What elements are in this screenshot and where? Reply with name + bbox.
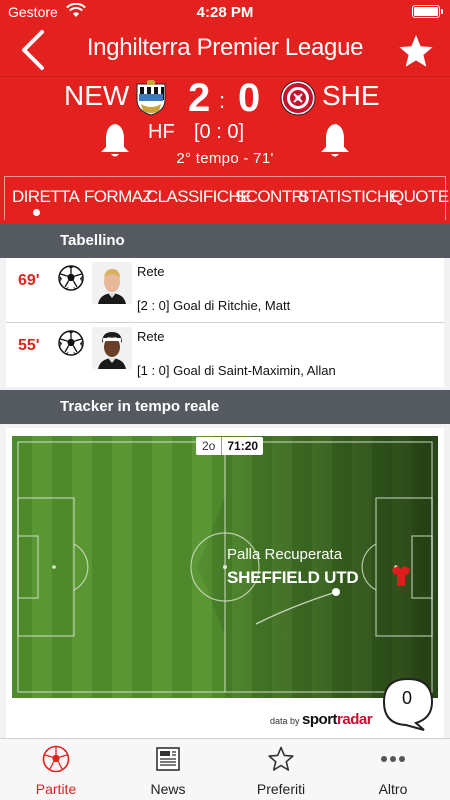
football-pitch[interactable] (12, 436, 438, 698)
event-type: Rete (137, 329, 165, 344)
newcastle-crest-icon (136, 80, 166, 116)
sportradar-logo: sportradar (302, 711, 373, 728)
tracker-event-team: SHEFFIELD UTD (227, 568, 359, 587)
home-team-code: NEW (64, 80, 130, 111)
bottom-tab-preferiti[interactable]: Preferiti (225, 739, 337, 800)
tab-statistiche[interactable]: STATISTICHE (298, 176, 400, 218)
scorers-section-header: Tabellino (0, 224, 450, 258)
favorite-star-icon[interactable] (396, 32, 436, 72)
player-photo-ritchie (92, 262, 132, 304)
bottom-tab-label: Partite (35, 781, 77, 797)
bottom-tab-label: News (150, 781, 186, 797)
comment-count: 0 (401, 688, 412, 708)
tracker-event-caption: Palla Recuperata (227, 546, 343, 563)
score-separator: : (219, 88, 226, 113)
soccer-ball-icon (42, 745, 70, 773)
half-time-label: HF (148, 121, 175, 143)
half-time-score: [0 : 0] (194, 121, 245, 143)
event-type: Rete (137, 264, 165, 279)
bottom-tab-label: Preferiti (256, 781, 306, 797)
half-indicator: 2o (196, 437, 223, 455)
sheffield-crest-icon (280, 80, 316, 116)
away-team-code: SHE (322, 80, 380, 111)
tab-diretta[interactable]: DIRETTA (12, 176, 80, 218)
tab-quote[interactable]: QUOTE (391, 176, 449, 218)
tracker-section-header: Tracker in tempo reale (0, 390, 450, 424)
data-attribution[interactable]: data by sportradar (270, 711, 373, 728)
bottom-tab-news[interactable]: News (112, 739, 224, 800)
newspaper-icon (156, 747, 180, 771)
match-clock: 71:20 (227, 439, 259, 453)
attribution-prefix: data by (270, 716, 300, 726)
soccer-ball-icon (58, 265, 84, 291)
live-tracker: 2o 71:20 Palla Recuperata SHEFFIELD UTD d… (6, 428, 444, 738)
soccer-ball-icon (58, 330, 84, 356)
player-photo-saint-maximin (92, 327, 132, 369)
home-score: 2 (188, 76, 211, 120)
clock-time: 4:28 PM (196, 4, 254, 21)
bottom-tab-altro[interactable]: Altro (337, 739, 449, 800)
app-root: Gestore 4:28 PM Inghilterra Premier Leag… (0, 0, 450, 800)
scorer-event-row[interactable]: 55' Rete [1 : 0] Goal di Saint-Maximin, … (6, 323, 444, 387)
event-description: [2 : 0] Goal di Ritchie, Matt (137, 298, 291, 313)
battery-icon (412, 5, 443, 18)
event-minute: 69' (18, 272, 40, 289)
match-timer: 2o 71:20 (196, 437, 264, 455)
away-score: 0 (238, 76, 261, 120)
event-minute: 55' (18, 337, 40, 354)
match-header: Gestore 4:28 PM Inghilterra Premier Leag… (0, 0, 450, 228)
bottom-tab-partite[interactable]: Partite (0, 739, 112, 800)
bottom-tab-label: Altro (378, 781, 408, 797)
active-tab-indicator (33, 209, 40, 216)
scorer-event-row[interactable]: 69' Rete [2 : 0] Goal di Ritchie, Matt (6, 258, 444, 322)
header-divider (0, 76, 450, 77)
bottom-tab-bar: Partite News Preferiti Altro (0, 738, 450, 800)
match-tabs: DIRETTA FORMAZ. CLASSIFICHE SCONTRI STAT… (0, 176, 450, 222)
status-bar: Gestore 4:28 PM (0, 0, 450, 24)
page-title: Inghilterra Premier League (86, 34, 364, 61)
tab-scontri[interactable]: SCONTRI (235, 176, 308, 218)
back-arrow-icon[interactable] (14, 28, 54, 72)
match-status: 2° tempo - 71' (176, 150, 274, 167)
star-outline-icon (268, 746, 294, 771)
more-dots-icon (381, 756, 405, 762)
event-description: [1 : 0] Goal di Saint-Maximin, Allan (137, 363, 336, 378)
